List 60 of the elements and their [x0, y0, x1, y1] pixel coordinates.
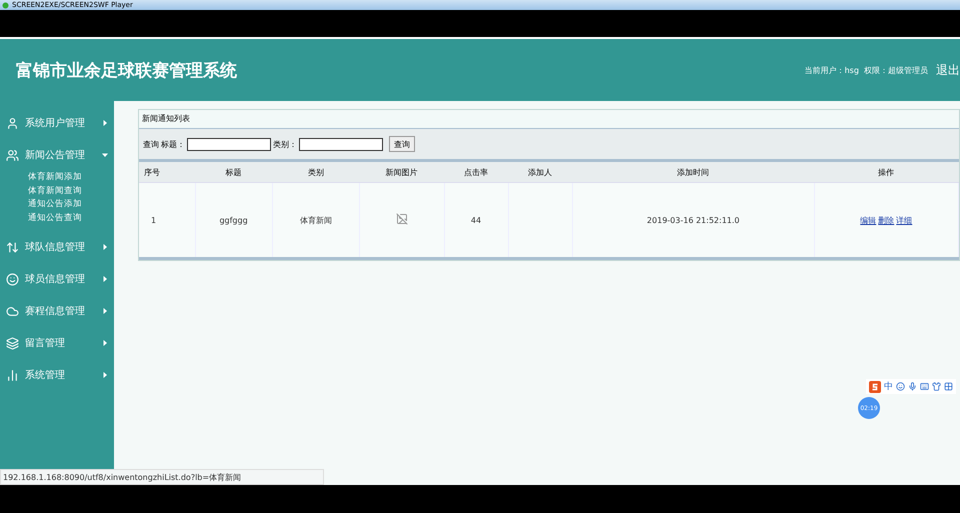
- caret-icon: [102, 276, 108, 282]
- cloud-icon: [6, 304, 19, 318]
- submenu-link[interactable]: 体育新闻添加: [28, 171, 114, 184]
- category-input[interactable]: [299, 138, 383, 150]
- emoji-icon[interactable]: [896, 382, 905, 391]
- caret-icon: [102, 340, 108, 346]
- grid-icon[interactable]: [944, 382, 953, 391]
- smiley-icon: [6, 272, 19, 286]
- title-label: 标题：: [161, 138, 185, 150]
- table-cell: ggfggg: [219, 216, 248, 224]
- action-link[interactable]: 详细: [896, 216, 912, 224]
- sidebar-item[interactable]: 球队信息管理: [0, 231, 114, 263]
- table-cell: 1: [151, 216, 156, 224]
- search-button[interactable]: 查询: [389, 136, 415, 152]
- caret-icon: [102, 152, 108, 158]
- people-icon: [6, 148, 19, 162]
- app-icon: [2, 2, 9, 8]
- broken-image-icon: [396, 213, 408, 225]
- microphone-icon[interactable]: [908, 382, 917, 391]
- action-link[interactable]: 删除: [878, 216, 894, 224]
- column-header: 添加人: [508, 162, 573, 182]
- bar-chart-icon: [6, 368, 19, 382]
- column-header: 操作: [814, 162, 958, 182]
- caret-icon: [102, 308, 108, 314]
- ime-mode[interactable]: 中: [884, 380, 893, 393]
- table-cell: 44: [470, 216, 482, 224]
- column-header: 标题: [195, 162, 273, 182]
- submenu-link[interactable]: 体育新闻查询: [28, 184, 114, 198]
- status-url: 192.168.1.168:8090/utf8/xinwentongzhiList.do?lb=体育新闻: [3, 472, 242, 482]
- user-info: 当前用户：hsg 权限：超级管理员: [804, 64, 928, 76]
- submenu-link[interactable]: 通知公告添加: [28, 198, 114, 212]
- title-input[interactable]: [187, 138, 271, 150]
- caret-icon: [102, 372, 108, 378]
- sidebar-item[interactable]: 留言管理: [0, 327, 114, 359]
- category-label: 类别：: [273, 138, 297, 150]
- user-icon: [6, 116, 19, 130]
- sidebar-item[interactable]: 赛程信息管理: [0, 295, 114, 327]
- keyboard-icon[interactable]: [920, 382, 929, 391]
- layers-icon: [6, 336, 19, 350]
- action-link[interactable]: 编辑: [860, 216, 876, 224]
- table-cell: 体育新闻: [300, 216, 332, 224]
- arrows-icon: [6, 240, 19, 254]
- search-prefix: 查询: [143, 138, 159, 150]
- table-cell: 2019-03-16 21:52:11.0: [646, 216, 740, 224]
- column-header: 点击率: [444, 162, 508, 182]
- panel-title: 新闻通知列表: [139, 110, 959, 129]
- sidebar-item[interactable]: 系统管理: [0, 359, 114, 391]
- column-header: 类别: [272, 162, 360, 182]
- submenu-link[interactable]: 通知公告查询: [28, 212, 114, 225]
- caret-icon: [102, 120, 108, 126]
- shirt-icon[interactable]: [932, 382, 941, 391]
- caret-icon: [102, 244, 108, 250]
- column-header: 序号: [139, 162, 196, 182]
- column-header: 新闻图片: [360, 162, 444, 182]
- sidebar-item[interactable]: 新闻公告管理: [0, 139, 114, 171]
- logout-link[interactable]: 退出: [936, 62, 960, 78]
- column-header: 添加时间: [572, 162, 815, 182]
- site-title: 富锦市业余足球联赛管理系统: [16, 60, 237, 82]
- sidebar-item[interactable]: 球员信息管理: [0, 263, 114, 295]
- sidebar-item[interactable]: 系统用户管理: [0, 107, 114, 139]
